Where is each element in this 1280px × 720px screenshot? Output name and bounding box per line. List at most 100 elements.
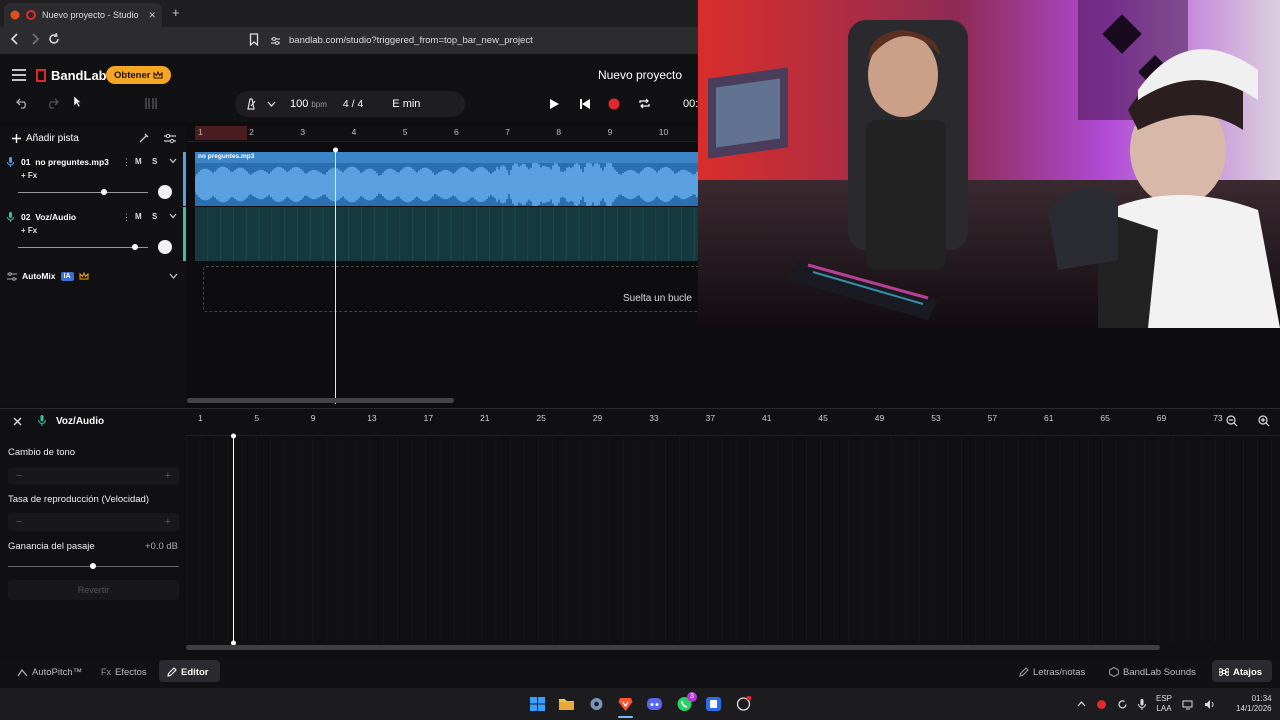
playback-rate-stepper[interactable]: − + (8, 513, 179, 531)
zoom-in-icon[interactable] (1258, 415, 1270, 427)
automix-row[interactable]: AutoMix IA (7, 271, 89, 281)
editor-scrollbar[interactable] (186, 645, 1160, 650)
tray-overflow-icon[interactable] (1077, 701, 1086, 707)
timeline-scrollbar[interactable] (187, 398, 454, 403)
empty-track-lane[interactable] (195, 207, 700, 261)
track-row[interactable]: 01 no preguntes.mp3 ⋮ M S + Fx (0, 152, 186, 206)
volume-slider-handle[interactable] (132, 244, 138, 250)
key-selector[interactable]: E min (375, 91, 438, 117)
back-icon[interactable] (10, 33, 20, 45)
track-settings-icon[interactable] (164, 133, 176, 144)
playhead-handle[interactable] (332, 147, 339, 153)
effects-tab[interactable]: Fx Efectos (101, 665, 147, 679)
sounds-icon (1109, 667, 1119, 677)
site-settings-icon[interactable] (270, 36, 281, 46)
automix-expand-icon[interactable] (169, 273, 178, 279)
play-icon[interactable] (549, 98, 560, 110)
audio-region[interactable]: no preguntes.mp3 (195, 152, 700, 206)
revert-button[interactable]: Revertir (8, 580, 179, 600)
add-track-button[interactable]: Añadir pista (12, 133, 79, 144)
metronome-icon[interactable] (245, 98, 257, 110)
active-app-indicator (618, 716, 633, 718)
rate-plus-button[interactable]: + (165, 516, 171, 528)
playhead[interactable] (335, 148, 336, 404)
shortcuts-tab[interactable]: Atajos (1219, 665, 1262, 679)
tray-app-icon[interactable] (1096, 699, 1107, 710)
tab-close-icon[interactable]: ✕ (148, 10, 156, 21)
new-tab-button[interactable]: + (172, 5, 180, 20)
mute-button[interactable]: M (135, 157, 142, 166)
bandlab-sounds-tab[interactable]: BandLab Sounds (1109, 665, 1196, 679)
record-icon[interactable] (608, 98, 620, 110)
project-title[interactable]: Nuevo proyecto (580, 68, 700, 82)
pencil-icon (167, 667, 177, 677)
volume-slider[interactable] (18, 247, 148, 248)
zoom-out-icon[interactable] (1226, 415, 1238, 427)
track-expand-icon[interactable] (169, 158, 177, 164)
brave-browser-icon[interactable] (617, 696, 634, 712)
editor-playhead[interactable] (233, 435, 234, 645)
bookmark-icon[interactable] (249, 33, 259, 46)
windows-start-icon[interactable] (529, 696, 546, 712)
mute-button[interactable]: M (135, 212, 142, 221)
browser-tab[interactable]: Nuevo proyecto - Studio ✕ (4, 3, 162, 27)
skip-to-start-icon[interactable] (579, 98, 591, 110)
snipping-tool-icon[interactable] (735, 696, 752, 712)
track-title[interactable]: Voz/Audio (35, 212, 76, 222)
track-more-icon[interactable]: ⋮ (122, 157, 131, 168)
region-header (195, 152, 700, 163)
clip-gain-handle[interactable] (90, 563, 96, 569)
bandlab-logo[interactable]: BandLab (35, 68, 107, 83)
loop-drop-zone[interactable]: Suelta un bucle (203, 266, 700, 312)
timeline-ruler[interactable]: 1 2 3 4 5 6 7 8 9 10 (195, 126, 700, 140)
volume-icon[interactable] (1204, 699, 1216, 710)
track-more-icon[interactable]: ⋮ (122, 212, 131, 223)
solo-button[interactable]: S (152, 212, 157, 221)
solo-button[interactable]: S (152, 157, 157, 166)
get-membership-button[interactable]: Obtener (106, 66, 172, 84)
editor-playhead-handle[interactable] (230, 433, 237, 439)
autopitch-label: AutoPitch™ (32, 666, 83, 678)
network-icon[interactable] (1182, 699, 1194, 710)
tray-mic-icon[interactable] (1138, 698, 1146, 710)
track-expand-icon[interactable] (169, 213, 177, 219)
clock-date: 14/1/2026 (1236, 704, 1272, 713)
redo-icon[interactable] (46, 98, 59, 109)
url-field[interactable]: bandlab.com/studio?triggered_from=top_ba… (270, 31, 700, 50)
menu-icon[interactable] (12, 69, 26, 81)
loop-icon[interactable] (638, 97, 651, 110)
file-explorer-icon[interactable] (558, 696, 575, 712)
mixer-icon[interactable] (144, 97, 158, 110)
settings-icon[interactable] (588, 696, 605, 712)
lyrics-tab[interactable]: Letras/notas (1019, 665, 1085, 679)
editor-tab[interactable]: Editor (167, 665, 208, 679)
clock[interactable]: 01:34 14/1/2026 (1236, 694, 1272, 714)
pitch-shift-stepper[interactable]: − + (8, 467, 179, 485)
track-title[interactable]: no preguntes.mp3 (35, 157, 109, 167)
bpm-value[interactable]: 100 (290, 98, 308, 110)
pitch-plus-button[interactable]: + (165, 470, 171, 482)
tray-sync-icon[interactable] (1117, 699, 1128, 710)
add-fx-button[interactable]: + Fx (21, 226, 37, 235)
add-fx-button[interactable]: + Fx (21, 171, 37, 180)
autopitch-tab[interactable]: AutoPitch™ (17, 665, 82, 679)
volume-slider-handle[interactable] (100, 189, 107, 195)
app-store-icon[interactable] (705, 696, 722, 712)
pan-knob[interactable] (158, 240, 172, 254)
language-indicator[interactable]: ESP LAA (1156, 694, 1172, 714)
undo-icon[interactable] (16, 98, 29, 109)
tools-icon[interactable] (138, 133, 149, 144)
metronome-dropdown-icon[interactable] (267, 101, 276, 107)
discord-icon[interactable] (646, 696, 663, 712)
pan-knob[interactable] (158, 185, 172, 199)
track-row[interactable]: 02 Voz/Audio ⋮ M S + Fx (0, 207, 186, 261)
volume-slider[interactable] (18, 192, 148, 193)
close-editor-icon[interactable] (13, 417, 22, 426)
time-signature[interactable]: 4 / 4 (343, 98, 363, 110)
pitch-minus-button[interactable]: − (16, 470, 22, 482)
reload-icon[interactable] (48, 33, 60, 45)
forward-icon[interactable] (30, 33, 40, 45)
ruler-number: 8 (556, 127, 562, 137)
editor-ruler[interactable]: 1 5 9 13 17 21 25 29 33 37 41 45 49 53 57 61 65 69 73 (186, 410, 1223, 426)
rate-minus-button[interactable]: − (16, 516, 22, 528)
